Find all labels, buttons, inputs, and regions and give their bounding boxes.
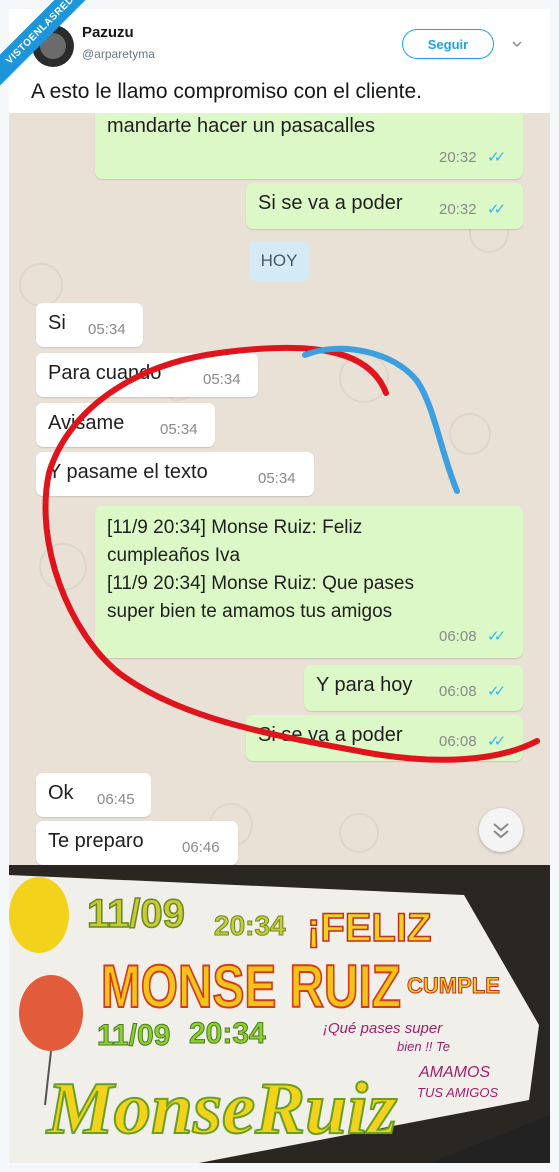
whatsapp-chat: mandarte hacer un pasacalles 20:32 ✓✓ Si… <box>9 113 550 865</box>
message-time: 05:34 <box>203 371 241 388</box>
banner-time-2: 20:34 <box>189 1017 266 1050</box>
banner-name-2: MonseRuiz <box>46 1068 397 1150</box>
screenshot-frame: Pazuzu @arparetyma Seguir A esto le llam… <box>9 9 550 1163</box>
banner-date-2: 11/09 <box>97 1019 170 1052</box>
message-time: 05:34 <box>258 470 296 487</box>
tweet-header: Pazuzu @arparetyma Seguir A esto le llam… <box>9 9 550 113</box>
author-handle[interactable]: @arparetyma <box>82 47 155 61</box>
message-time: 05:34 <box>160 421 198 438</box>
message-text: Ok <box>48 782 74 804</box>
read-ticks-icon: ✓✓ <box>487 683 506 700</box>
banner-message-line: bien !! Te <box>397 1039 450 1054</box>
message-bubble-outgoing[interactable]: Si se va a poder 20:32 ✓✓ <box>246 183 523 229</box>
message-text: Y pasame el texto <box>48 461 208 483</box>
message-text: Para cuando <box>48 362 162 384</box>
message-time: 06:08 <box>439 733 477 750</box>
message-time: 06:45 <box>97 791 135 808</box>
wallpaper-doodle <box>339 353 389 403</box>
message-time: 06:08 <box>439 683 477 700</box>
banner-time-1: 20:34 <box>214 910 286 941</box>
message-time: 06:08 <box>439 628 477 645</box>
yellow-balloon-icon <box>9 877 69 953</box>
message-text: Si <box>48 312 66 334</box>
message-text: Si se va a poder <box>258 192 403 214</box>
read-ticks-icon: ✓✓ <box>487 733 506 750</box>
message-text: Y para hoy <box>316 674 413 696</box>
banner-message-line: ¡Qué pases super <box>323 1020 443 1037</box>
message-line: [11/9 20:34] Monse Ruiz: Feliz <box>107 517 363 538</box>
red-balloon-icon <box>19 975 83 1051</box>
read-ticks-icon: ✓✓ <box>487 149 506 166</box>
message-text: Te preparo <box>48 830 144 852</box>
message-bubble-outgoing[interactable]: Y para hoy 06:08 ✓✓ <box>304 665 523 711</box>
wallpaper-doodle <box>39 543 87 591</box>
banner-image: 11/09 20:34 ¡FELIZ MONSE RUIZ CUMPLE 11/… <box>9 865 550 1163</box>
message-bubble-incoming[interactable]: Avisame 05:34 <box>36 403 215 447</box>
message-bubble-outgoing[interactable]: [11/9 20:34] Monse Ruiz: Feliz cumpleaño… <box>95 506 523 658</box>
banner-cumple: CUMPLE <box>407 973 500 998</box>
follow-button[interactable]: Seguir <box>402 29 494 59</box>
message-bubble-outgoing[interactable]: Si se va a poder 06:08 ✓✓ <box>246 715 523 761</box>
message-text: Avisame <box>48 412 125 434</box>
message-bubble-incoming[interactable]: Te preparo 06:46 <box>36 821 238 865</box>
banner-message-line: AMAMOS <box>418 1064 490 1081</box>
tweet-text: A esto le llamo compromiso con el client… <box>31 80 423 103</box>
message-bubble-outgoing[interactable]: mandarte hacer un pasacalles 20:32 ✓✓ <box>95 113 523 179</box>
read-ticks-icon: ✓✓ <box>487 201 506 218</box>
message-time: 20:32 <box>439 149 477 166</box>
read-ticks-icon: ✓✓ <box>487 628 506 645</box>
banner-name-1: MONSE RUIZ <box>101 953 401 1020</box>
chevron-double-down-icon <box>493 823 509 839</box>
message-line: [11/9 20:34] Monse Ruiz: Que pases <box>107 573 414 594</box>
message-line: cumpleaños Iva <box>107 545 241 566</box>
message-bubble-incoming[interactable]: Para cuando 05:34 <box>36 353 258 397</box>
banner-greeting: ¡FELIZ <box>307 906 431 950</box>
banner-message-line: TUS AMIGOS <box>417 1085 498 1100</box>
message-text: mandarte hacer un pasacalles <box>107 115 375 137</box>
message-line: super bien te amamos tus amigos <box>107 601 393 622</box>
message-bubble-incoming[interactable]: Ok 06:45 <box>36 773 151 817</box>
chevron-down-icon[interactable] <box>512 37 522 51</box>
message-bubble-incoming[interactable]: Si 05:34 <box>36 303 143 347</box>
message-text: Si se va a poder <box>258 724 403 746</box>
message-time: 06:46 <box>182 839 220 856</box>
message-time: 20:32 <box>439 201 477 218</box>
message-time: 05:34 <box>88 321 126 338</box>
day-separator: HOY <box>249 241 309 281</box>
author-name[interactable]: Pazuzu <box>82 24 134 41</box>
wallpaper-doodle <box>449 413 491 455</box>
scroll-to-bottom-button[interactable] <box>479 808 523 852</box>
banner-date-1: 11/09 <box>87 892 185 936</box>
message-text: [11/9 20:34] Monse Ruiz: Feliz cumpleaño… <box>107 514 414 626</box>
message-bubble-incoming[interactable]: Y pasame el texto 05:34 <box>36 452 314 496</box>
wallpaper-doodle <box>339 813 379 853</box>
banner-photo: 11/09 20:34 ¡FELIZ MONSE RUIZ CUMPLE 11/… <box>9 865 550 1163</box>
wallpaper-doodle <box>19 263 63 307</box>
